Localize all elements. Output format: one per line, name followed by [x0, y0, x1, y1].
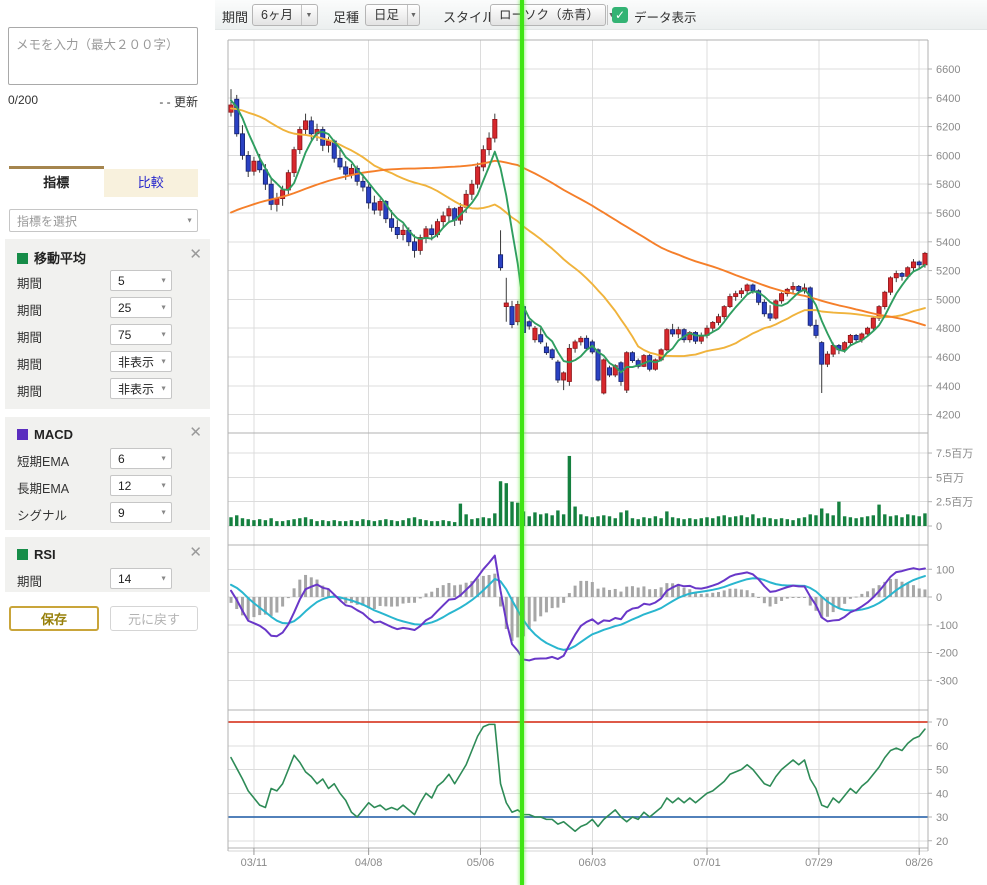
indicator-select[interactable]: 指標を選択 ▼: [9, 209, 198, 232]
macd-panel: MACD ✕ 短期EMA 6 ▼ 長期EMA 12 ▼ シグナル 9 ▼: [5, 417, 210, 530]
ma-row-4: 期間 非表示 ▼: [5, 350, 210, 377]
macd-short-ema-select[interactable]: 6 ▼: [110, 448, 172, 469]
chevron-down-icon: ▼: [160, 277, 167, 284]
ma-period-4-select[interactable]: 非表示 ▼: [110, 351, 172, 372]
close-icon[interactable]: ✕: [189, 543, 202, 561]
svg-text:50: 50: [936, 765, 948, 777]
svg-text:100: 100: [936, 564, 954, 576]
ma-period-2-select[interactable]: 25 ▼: [110, 297, 172, 318]
style-label: スタイル: [443, 7, 495, 26]
bartype-label: 足種: [333, 7, 359, 26]
svg-text:05/06: 05/06: [467, 857, 495, 869]
rsi-row-period: 期間 14 ▼: [5, 567, 210, 594]
sidebar-tabs: 指標 比較: [9, 166, 198, 197]
svg-text:20: 20: [936, 836, 948, 848]
chevron-down-icon: ▼: [160, 455, 167, 462]
svg-text:4400: 4400: [936, 381, 960, 393]
svg-text:5800: 5800: [936, 179, 960, 191]
svg-text:0: 0: [936, 521, 942, 533]
chevron-down-icon: ▼: [186, 217, 193, 224]
reset-button[interactable]: 元に戻す: [110, 606, 198, 631]
rsi-period-select[interactable]: 14 ▼: [110, 568, 172, 589]
svg-text:07/29: 07/29: [805, 857, 833, 869]
macd-signal-select[interactable]: 9 ▼: [110, 502, 172, 523]
svg-text:5200: 5200: [936, 266, 960, 278]
period-dropdown[interactable]: 6ヶ月 ▼: [252, 4, 318, 26]
chevron-down-icon: ▼: [160, 385, 167, 392]
data-display-label: データ表示: [634, 7, 697, 26]
svg-text:5百万: 5百万: [936, 472, 964, 484]
svg-text:60: 60: [936, 741, 948, 753]
svg-text:08/26: 08/26: [905, 857, 933, 869]
svg-text:5000: 5000: [936, 294, 960, 306]
ma-row-2: 期間 25 ▼: [5, 296, 210, 323]
chevron-down-icon: ▼: [160, 358, 167, 365]
indicator-sidebar: 0/200 - - 更新 指標 比較 指標を選択 ▼ 移動平均 ✕ 期間 5 ▼…: [0, 0, 215, 885]
svg-text:4200: 4200: [936, 410, 960, 422]
svg-text:-300: -300: [936, 675, 958, 687]
check-icon: ✓: [615, 8, 625, 22]
svg-text:07/01: 07/01: [693, 857, 721, 869]
macd-row-short: 短期EMA 6 ▼: [5, 447, 210, 474]
style-dropdown[interactable]: ローソク（赤青） ▼: [490, 4, 606, 26]
chevron-down-icon: ▼: [160, 509, 167, 516]
chevron-down-icon: ▼: [301, 5, 316, 25]
rsi-panel: RSI ✕ 期間 14 ▼: [5, 537, 210, 592]
svg-text:0: 0: [936, 592, 942, 604]
svg-text:04/08: 04/08: [355, 857, 383, 869]
chart-toolbar: 期間 6ヶ月 ▼ 足種 日足 ▼ スタイル ローソク（赤青） ▼ ✓ データ表示: [215, 0, 987, 30]
svg-text:30: 30: [936, 812, 948, 824]
ma-period-5-select[interactable]: 非表示 ▼: [110, 378, 172, 399]
ma-row-5: 期間 非表示 ▼: [5, 377, 210, 404]
svg-text:4800: 4800: [936, 323, 960, 335]
svg-text:2.5百万: 2.5百万: [936, 497, 973, 509]
memo-update-link[interactable]: - - 更新: [159, 93, 198, 110]
svg-text:-100: -100: [936, 620, 958, 632]
candlestick-chart: 6600640062006000580056005400520050004800…: [215, 30, 987, 885]
macd-long-ema-select[interactable]: 12 ▼: [110, 475, 172, 496]
ma-row-3: 期間 75 ▼: [5, 323, 210, 350]
tab-compare[interactable]: 比較: [104, 169, 199, 197]
ma-period-3-select[interactable]: 75 ▼: [110, 324, 172, 345]
panel-title: MACD: [34, 427, 73, 442]
svg-text:06/03: 06/03: [579, 857, 607, 869]
svg-text:-200: -200: [936, 648, 958, 660]
svg-text:4600: 4600: [936, 352, 960, 364]
moving-average-panel: 移動平均 ✕ 期間 5 ▼ 期間 25 ▼ 期間 75 ▼ 期間 非表示 ▼: [5, 239, 210, 409]
chevron-down-icon: ▼: [407, 5, 419, 25]
macd-row-signal: シグナル 9 ▼: [5, 501, 210, 528]
chevron-down-icon: ▼: [160, 304, 167, 311]
svg-text:6200: 6200: [936, 122, 960, 134]
color-swatch-icon: [17, 253, 28, 264]
panel-title: 移動平均: [34, 251, 86, 266]
period-label: 期間: [222, 7, 248, 26]
ma-row-1: 期間 5 ▼: [5, 269, 210, 296]
ma-period-1-select[interactable]: 5 ▼: [110, 270, 172, 291]
panel-title: RSI: [34, 547, 56, 562]
svg-text:5600: 5600: [936, 208, 960, 220]
color-swatch-icon: [17, 549, 28, 560]
data-display-checkbox[interactable]: ✓: [612, 7, 628, 23]
macd-row-long: 長期EMA 12 ▼: [5, 474, 210, 501]
chevron-down-icon: ▼: [160, 331, 167, 338]
svg-text:7.5百万: 7.5百万: [936, 448, 973, 460]
memo-input[interactable]: [8, 27, 198, 85]
close-icon[interactable]: ✕: [189, 245, 202, 263]
save-button[interactable]: 保存: [9, 606, 99, 631]
svg-text:5400: 5400: [936, 237, 960, 249]
svg-text:70: 70: [936, 717, 948, 729]
chevron-down-icon: ▼: [160, 482, 167, 489]
svg-text:6000: 6000: [936, 150, 960, 162]
svg-text:6400: 6400: [936, 93, 960, 105]
close-icon[interactable]: ✕: [189, 423, 202, 441]
svg-text:6600: 6600: [936, 64, 960, 76]
chevron-down-icon: ▼: [160, 575, 167, 582]
svg-text:03/11: 03/11: [241, 857, 268, 869]
color-swatch-icon: [17, 429, 28, 440]
svg-text:40: 40: [936, 788, 948, 800]
bartype-dropdown[interactable]: 日足 ▼: [365, 4, 420, 26]
tab-indicators[interactable]: 指標: [9, 166, 104, 197]
chart-canvas[interactable]: 6600640062006000580056005400520050004800…: [215, 30, 987, 885]
memo-counter: 0/200: [8, 93, 38, 110]
